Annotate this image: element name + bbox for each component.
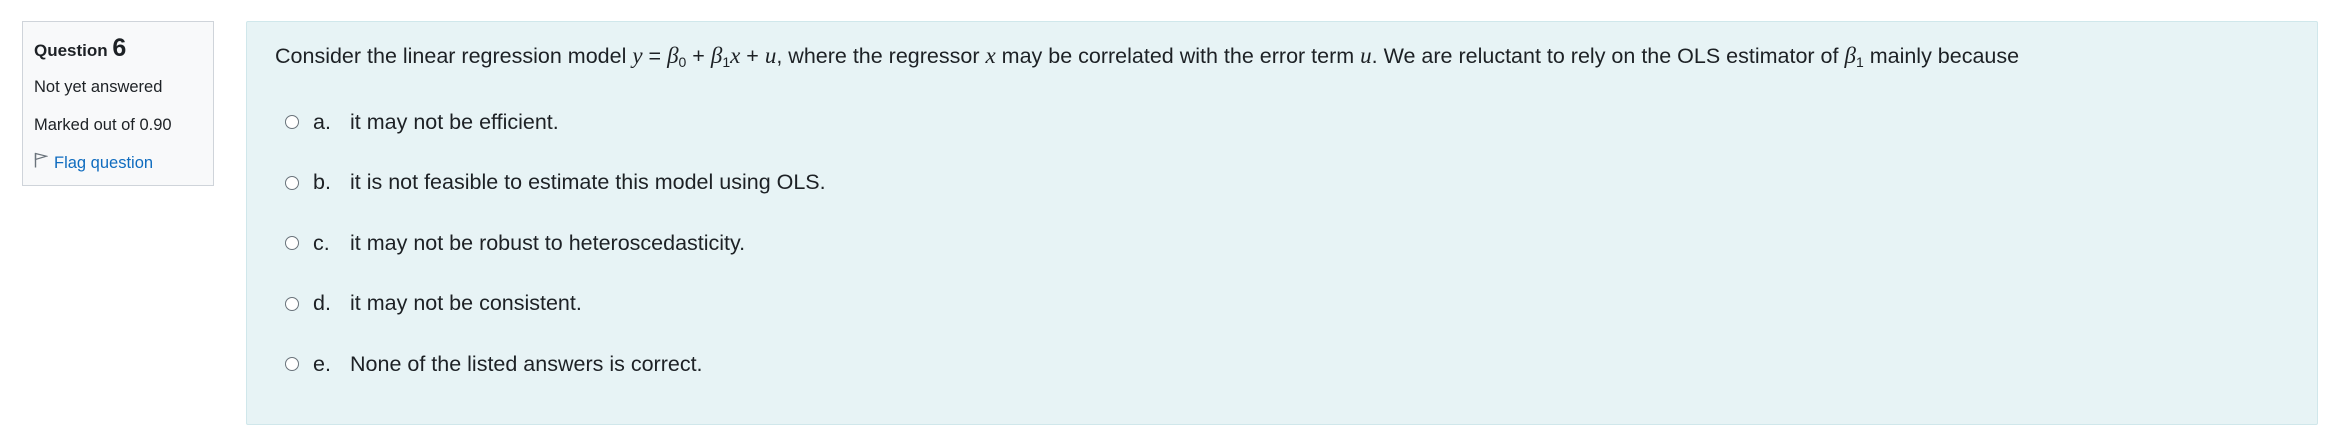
question-label: Question — [34, 41, 108, 60]
option-letter: e. — [313, 351, 331, 376]
question-number-heading: Question 6 — [34, 36, 202, 63]
radio-button[interactable] — [285, 357, 299, 371]
answer-option-a[interactable]: a. it may not be efficient. — [285, 108, 826, 136]
flag-question-label: Flag question — [54, 154, 154, 172]
flag-question-link[interactable]: Flag question — [34, 152, 202, 174]
option-letter: b. — [313, 170, 331, 194]
answer-option-c[interactable]: c. it may not be robust to heteroscedast… — [285, 229, 826, 257]
radio-button[interactable] — [285, 296, 299, 311]
question-formulation: Consider the linear regression model y =… — [246, 21, 2318, 425]
answer-option-d[interactable]: d. it may not be consistent. — [285, 290, 826, 318]
radio-button[interactable] — [285, 175, 299, 190]
option-text: it may not be consistent. — [350, 291, 582, 315]
option-text: None of the listed answers is correct. — [350, 351, 703, 376]
question-grade: Marked out of 0.90 — [34, 116, 172, 134]
question-state: Not yet answered — [34, 78, 163, 96]
question-number: 6 — [112, 34, 127, 62]
option-text: it may not be efficient. — [350, 109, 559, 134]
answer-option-b[interactable]: b. it is not feasible to estimate this m… — [285, 169, 826, 197]
option-letter: a. — [313, 109, 331, 134]
question-info-panel: Question 6 Not yet answered Marked out o… — [22, 21, 214, 186]
radio-button[interactable] — [285, 236, 299, 250]
flag-icon — [34, 152, 49, 174]
option-text: it is not feasible to estimate this mode… — [350, 170, 826, 194]
option-letter: d. — [313, 291, 331, 315]
option-letter: c. — [313, 230, 330, 255]
option-text: it may not be robust to heteroscedastici… — [350, 230, 746, 255]
answer-option-e[interactable]: e. None of the listed answers is correct… — [285, 350, 826, 378]
answer-options: a. it may not be efficient. b. it is not… — [285, 108, 826, 411]
radio-button[interactable] — [285, 115, 299, 129]
question-text: Consider the linear regression model y =… — [275, 43, 2020, 70]
